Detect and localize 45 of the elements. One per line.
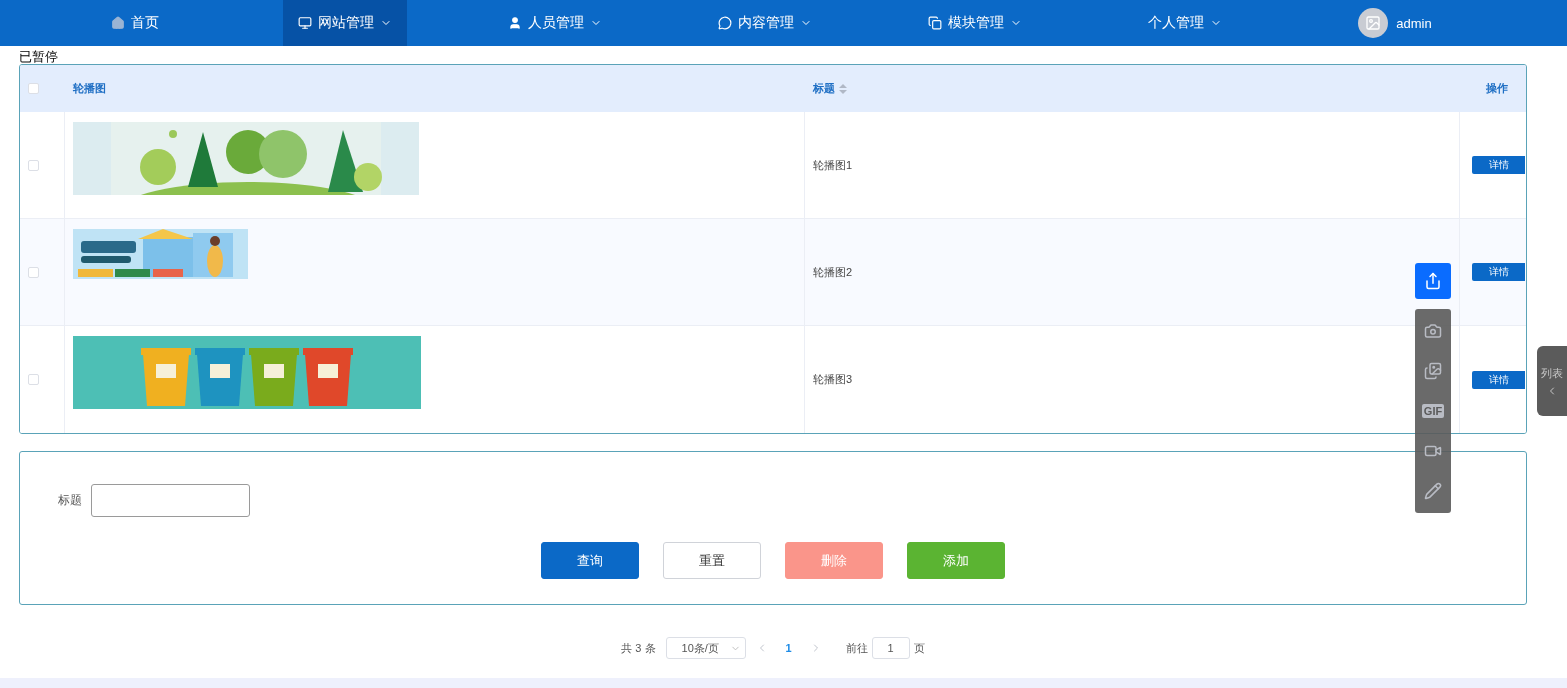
user-icon bbox=[508, 16, 522, 30]
page-unit: 页 bbox=[913, 640, 925, 656]
table-cell: 轮播图3 bbox=[813, 372, 853, 387]
side-tab[interactable]: 列表 bbox=[1537, 346, 1567, 416]
share-icon bbox=[1424, 272, 1442, 290]
goto-page-field[interactable]: 1 bbox=[871, 637, 910, 659]
copy-icon bbox=[928, 16, 942, 30]
chat-icon bbox=[718, 16, 732, 30]
column-header: 操作 bbox=[1486, 81, 1508, 96]
select-all-checkbox[interactable] bbox=[28, 83, 39, 94]
input-field[interactable] bbox=[91, 484, 250, 517]
gif-tool-button[interactable]: GIF bbox=[1415, 397, 1451, 425]
avatar[interactable] bbox=[1358, 8, 1389, 38]
table-cell: 轮播图2 bbox=[813, 264, 853, 280]
details-button[interactable]: 详情 bbox=[1472, 263, 1525, 281]
nav-item[interactable]: 首页 bbox=[73, 0, 197, 46]
home-icon bbox=[111, 16, 125, 30]
field-label: 标题 bbox=[58, 492, 82, 509]
share-tool-button[interactable] bbox=[1415, 263, 1451, 299]
row-checkbox[interactable] bbox=[28, 266, 39, 278]
table-cell: 轮播图1 bbox=[813, 157, 853, 173]
goto-label: 前往 bbox=[845, 640, 868, 656]
monitor-icon bbox=[298, 16, 312, 30]
row-checkbox[interactable] bbox=[28, 374, 39, 385]
pencil-icon bbox=[1424, 482, 1442, 500]
sort-icon[interactable] bbox=[839, 83, 847, 94]
nav-item[interactable]: 模块管理 bbox=[913, 0, 1037, 46]
form-button[interactable]: 重置 bbox=[663, 542, 761, 579]
column-header: 标题 bbox=[813, 81, 835, 96]
column-header: 轮播图 bbox=[73, 81, 106, 96]
pause-label: 已暂停 bbox=[19, 48, 58, 66]
nav-item[interactable]: 内容管理 bbox=[703, 0, 827, 46]
total-count: 共 3 条 bbox=[621, 640, 656, 656]
nav-item[interactable]: 个人管理 bbox=[1123, 0, 1247, 46]
row-checkbox[interactable] bbox=[28, 159, 39, 171]
details-button[interactable]: 详情 bbox=[1472, 156, 1525, 174]
details-button[interactable]: 详情 bbox=[1472, 370, 1525, 389]
camera-icon bbox=[1424, 322, 1442, 340]
form-button[interactable]: 查询 bbox=[541, 542, 639, 579]
nav-item[interactable]: 人员管理 bbox=[493, 0, 617, 46]
images-icon bbox=[1424, 362, 1442, 380]
user-name[interactable]: admin bbox=[1396, 15, 1432, 31]
page-size-select[interactable]: 10条/页 bbox=[665, 637, 746, 659]
nav-item[interactable]: 网站管理 bbox=[283, 0, 407, 46]
page-number[interactable]: 1 bbox=[777, 642, 800, 654]
